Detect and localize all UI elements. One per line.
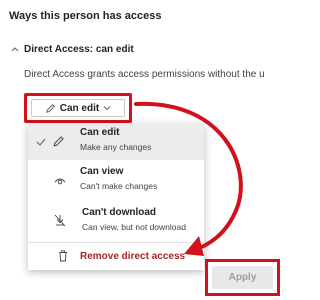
pencil-icon <box>53 136 64 147</box>
option-cant-download[interactable]: Can't download Can view, but not downloa… <box>28 202 204 238</box>
trash-icon <box>59 250 67 262</box>
direct-access-description: Direct Access grants access permissions … <box>24 69 265 80</box>
no-download-icon <box>54 214 66 227</box>
option-title: Can edit <box>80 127 120 138</box>
option-subtitle: Make any changes <box>80 142 152 152</box>
permission-menu: Can edit Make any changes Can view Can't… <box>28 124 204 270</box>
option-title: Can't download <box>82 207 157 218</box>
chevron-down-icon <box>103 106 111 111</box>
checkmark-icon <box>36 138 46 146</box>
option-can-edit[interactable]: Can edit Make any changes <box>28 124 204 160</box>
direct-access-title[interactable]: Direct Access: can edit <box>24 44 134 55</box>
remove-direct-access-label: Remove direct access <box>80 251 186 262</box>
apply-button[interactable]: Apply <box>212 266 273 289</box>
pencil-icon <box>46 103 55 113</box>
apply-highlight: Apply <box>205 259 280 296</box>
eye-icon <box>54 178 66 185</box>
section-heading: Ways this person has access <box>9 10 162 22</box>
permission-dropdown-highlight: Can edit <box>24 93 132 123</box>
option-subtitle: Can view, but not download <box>82 222 186 232</box>
option-can-view[interactable]: Can view Can't make changes <box>28 162 204 198</box>
dropdown-label: Can edit <box>59 102 100 114</box>
option-subtitle: Can't make changes <box>80 181 158 191</box>
chevron-up-icon[interactable] <box>11 45 19 53</box>
permission-dropdown-button[interactable]: Can edit <box>31 99 125 117</box>
remove-direct-access-option[interactable]: Remove direct access <box>28 242 204 270</box>
option-title: Can view <box>80 166 124 177</box>
